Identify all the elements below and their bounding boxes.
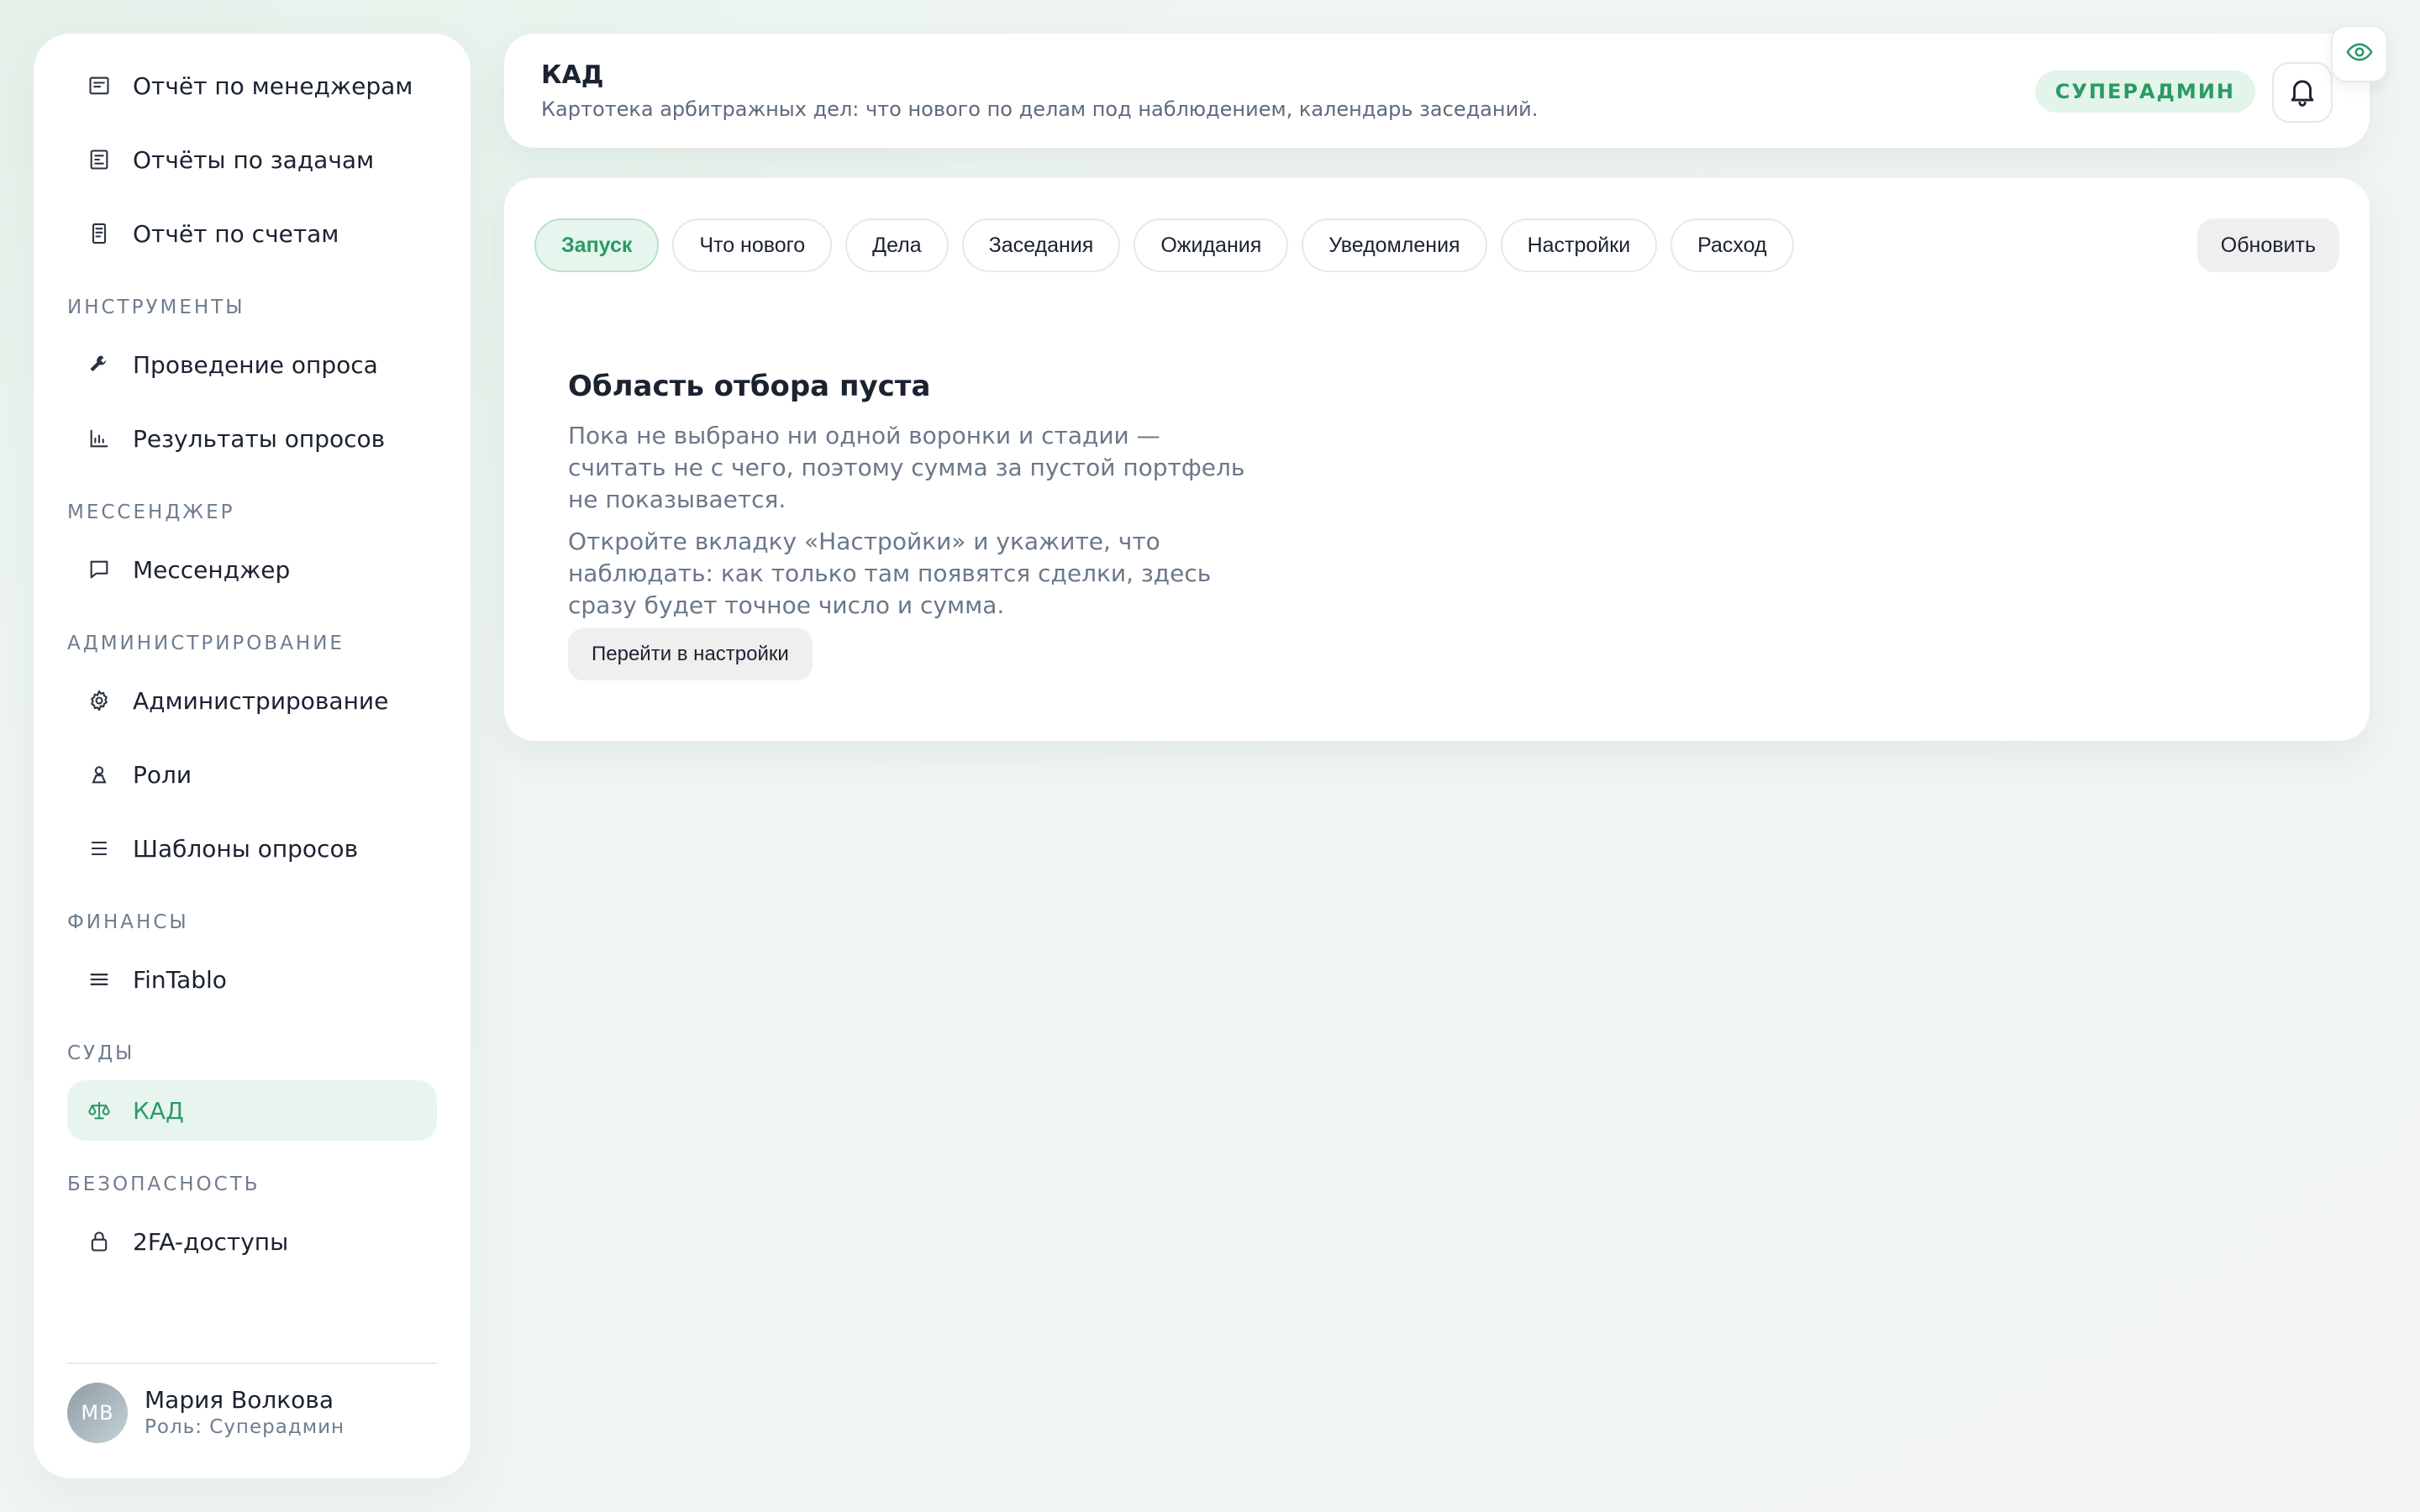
sidebar-section-title: СУДЫ <box>67 1042 135 1064</box>
user-role: Роль: Суперадмин <box>145 1416 345 1438</box>
sidebar-item-label: Результаты опросов <box>133 424 386 453</box>
sidebar-item-sidebar-sections-2-items-2[interactable]: Шаблоны опросов <box>67 818 437 879</box>
role-badge: СУПЕРАДМИН <box>2034 71 2255 113</box>
sidebar-item-label: 2FA-доступы <box>133 1227 289 1256</box>
wrench-icon <box>87 353 111 376</box>
sidebar-item-label: Мессенджер <box>133 555 291 584</box>
tab-5[interactable]: Уведомления <box>1302 218 1487 272</box>
sidebar-section-title: МЕССЕНДЖЕР <box>67 501 235 523</box>
sidebar-item-sidebar-sections-2-items-1[interactable]: Роли <box>67 744 437 805</box>
menu-lines-icon <box>87 968 111 991</box>
list-icon <box>87 837 111 860</box>
sidebar-sections: ИНСТРУМЕНТЫ Проведение опроса Результаты о… <box>67 292 437 1272</box>
visibility-toggle-button[interactable] <box>2331 25 2388 82</box>
go-to-settings-button[interactable]: Перейти в настройки <box>568 628 813 680</box>
sidebar-item-sidebar-sections-2-items-0[interactable]: Администрирование <box>67 670 437 731</box>
bar-chart-icon <box>87 427 111 450</box>
invoice-icon <box>87 222 111 245</box>
gear-icon <box>87 689 111 712</box>
tab-0[interactable]: Запуск <box>534 218 660 272</box>
sidebar-section-title: ИНСТРУМЕНТЫ <box>67 297 245 318</box>
page-header: КАД Картотека арбитражных дел: что новог… <box>504 34 2370 148</box>
page-title: КАД <box>541 60 604 90</box>
sidebar-item-sidebar-sections-3-items-0[interactable]: FinTablo <box>67 949 437 1010</box>
sidebar-item-sidebar-items_top-0[interactable]: Отчёт по менеджерам <box>67 55 437 116</box>
sidebar-item-sidebar-sections-1-items-0[interactable]: Мессенджер <box>67 539 437 600</box>
sidebar-item-label: Отчёт по счетам <box>133 219 339 248</box>
avatar: МВ <box>67 1383 128 1443</box>
empty-state-text: Пока не выбрано ни одной воронки и стади… <box>568 422 1245 513</box>
tasks-report-icon <box>87 148 111 171</box>
sidebar-divider <box>67 1362 437 1364</box>
sidebar-item-label: Роли <box>133 760 192 789</box>
empty-state: Область отбора пуста Пока не выбрано ни … <box>568 370 1257 680</box>
sidebar-item-sidebar-sections-4-items-0[interactable]: КАД <box>67 1080 437 1141</box>
page-subtitle: Картотека арбитражных дел: что нового по… <box>541 97 1539 121</box>
empty-state-title: Область отбора пуста <box>568 370 931 403</box>
scales-icon <box>87 1099 111 1122</box>
app-root: Отчёт по менеджерам Отчёты по задачам Отчё… <box>0 0 2420 1512</box>
bell-icon <box>2286 75 2318 110</box>
sidebar-item-label: КАД <box>133 1096 184 1125</box>
sidebar-item-sidebar-items_top-1[interactable]: Отчёты по задачам <box>67 129 437 190</box>
tab-1[interactable]: Что нового <box>672 218 833 272</box>
sidebar-item-label: FinTablo <box>133 965 227 994</box>
report-icon <box>87 74 111 97</box>
sidebar-section-title: ФИНАНСЫ <box>67 911 189 933</box>
sidebar-item-label: Отчёт по менеджерам <box>133 71 413 100</box>
user-icon <box>87 763 111 786</box>
main-panel: Запуск Что нового Дела Заседания Ожидания Уве… <box>504 178 2370 741</box>
empty-state-hint: Откройте вкладку «Настройки» и укажите, … <box>568 528 1212 619</box>
tab-6[interactable]: Настройки <box>1500 218 1658 272</box>
chat-icon <box>87 558 111 581</box>
sidebar-item-label: Шаблоны опросов <box>133 834 359 863</box>
sidebar-item-label: Администрирование <box>133 686 389 715</box>
user-name: Мария Волкова <box>145 1386 334 1414</box>
sidebar-item-sidebar-items_top-2[interactable]: Отчёт по счетам <box>67 203 437 264</box>
sidebar-item-label: Проведение опроса <box>133 350 378 379</box>
tab-4[interactable]: Ожидания <box>1134 218 1289 272</box>
sidebar-section-title: АДМИНИСТРИРОВАНИЕ <box>67 633 345 654</box>
user-info: Мария Волкова Роль: Суперадмин <box>145 1386 345 1440</box>
sidebar-item-label: Отчёты по задачам <box>133 145 375 174</box>
sidebar-item-sidebar-sections-5-items-0[interactable]: 2FA-доступы <box>67 1211 437 1272</box>
user-card[interactable]: МВ Мария Волкова Роль: Суперадмин <box>67 1383 345 1443</box>
sidebar-section-title: БЕЗОПАСНОСТЬ <box>67 1173 260 1195</box>
sidebar-item-sidebar-sections-0-items-0[interactable]: Проведение опроса <box>67 334 437 395</box>
notifications-button[interactable] <box>2272 62 2333 123</box>
tab-2[interactable]: Дела <box>845 218 949 272</box>
lock-icon <box>87 1230 111 1253</box>
tab-3[interactable]: Заседания <box>961 218 1121 272</box>
tab-7[interactable]: Расход <box>1670 218 1794 272</box>
eye-icon <box>2345 38 2374 70</box>
sidebar: Отчёт по менеджерам Отчёты по задачам Отчё… <box>34 34 471 1478</box>
sidebar-item-sidebar-sections-0-items-1[interactable]: Результаты опросов <box>67 408 437 469</box>
sidebar-top-items: Отчёт по менеджерам Отчёты по задачам Отчё… <box>67 55 437 264</box>
tab-bar: Запуск Что нового Дела Заседания Ожидания Уве… <box>534 218 1807 272</box>
refresh-button[interactable]: Обновить <box>2196 218 2339 272</box>
